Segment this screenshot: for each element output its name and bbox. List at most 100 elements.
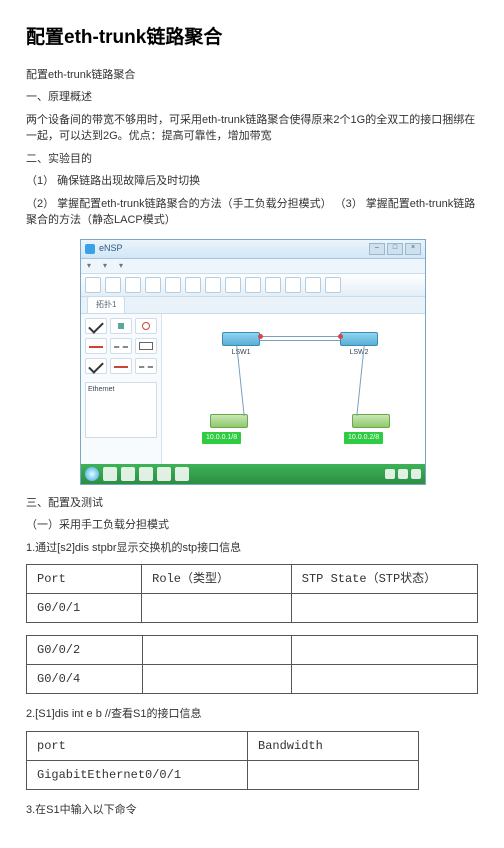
topology-tab[interactable]: 拓扑1: [87, 296, 125, 313]
topology-canvas[interactable]: LSW1 LSW2: [162, 314, 425, 464]
cell-role: [143, 665, 292, 694]
section-2-heading: 二、实验目的: [26, 151, 478, 168]
table-row: G0/0/2: [27, 636, 478, 665]
tool-capture-icon[interactable]: [245, 277, 261, 293]
palette-item-icon[interactable]: [110, 358, 132, 374]
port-dot-icon: [338, 334, 343, 339]
taskbar: [81, 464, 425, 484]
tray-icon[interactable]: [398, 469, 408, 479]
task-icon[interactable]: [103, 467, 117, 481]
table-row: G0/0/1: [27, 594, 478, 623]
port-dot-icon: [258, 334, 263, 339]
cell-port: GigabitEthernet0/0/1: [27, 760, 248, 789]
section-1-heading: 一、原理概述: [26, 89, 478, 106]
task-icon[interactable]: [175, 467, 189, 481]
close-button[interactable]: ×: [405, 243, 421, 255]
tool-palette-icon[interactable]: [285, 277, 301, 293]
device-lsw2[interactable]: LSW2: [340, 332, 378, 359]
menu-item[interactable]: ▾: [103, 260, 107, 272]
router-icon: [352, 414, 390, 428]
cell-state: [292, 665, 478, 694]
th-state: STP State（STP状态）: [291, 565, 477, 594]
tool-open-icon[interactable]: [105, 277, 121, 293]
tray-icon[interactable]: [385, 469, 395, 479]
palette-label: Ethernet: [88, 385, 154, 396]
tab-strip: 拓扑1: [81, 297, 425, 314]
table-row: Port Role（类型） STP State（STP状态）: [27, 565, 478, 594]
palette-serial-icon[interactable]: [110, 338, 132, 354]
section-3-sub1: （一）采用手工负载分担模式: [26, 517, 478, 534]
table-row: GigabitEthernet0/0/1: [27, 760, 419, 789]
step-1: 1.通过[s2]dis stpbr显示交换机的stp接口信息: [26, 540, 478, 557]
tool-undo-icon[interactable]: [145, 277, 161, 293]
palette-line-icon[interactable]: [85, 318, 107, 334]
cell-state: [291, 594, 477, 623]
palette-description: Ethernet: [85, 382, 157, 438]
th-bandwidth: Bandwidth: [248, 731, 419, 760]
ip-label-1: 10.0.0.1/8: [202, 432, 241, 445]
th-port: port: [27, 731, 248, 760]
menu-item[interactable]: ▾: [119, 260, 123, 272]
step-2: 2.[S1]dis int e b //查看S1的接口信息: [26, 706, 478, 723]
workspace: Ethernet LSW1 LSW2: [81, 314, 425, 464]
tool-new-icon[interactable]: [85, 277, 101, 293]
minimize-button[interactable]: –: [369, 243, 385, 255]
title-bar: eNSP – □ ×: [81, 240, 425, 259]
palette-auto-icon[interactable]: [135, 338, 157, 354]
th-role: Role（类型）: [142, 565, 292, 594]
device-palette: Ethernet: [81, 314, 162, 464]
palette-copper-icon[interactable]: [85, 338, 107, 354]
task-icon[interactable]: [121, 467, 135, 481]
tool-save-icon[interactable]: [125, 277, 141, 293]
task-icon[interactable]: [157, 467, 171, 481]
step-3: 3.在S1中输入以下命令: [26, 802, 478, 819]
link-line: [260, 336, 340, 337]
ensp-screenshot: eNSP – □ × ▾ ▾ ▾: [80, 239, 424, 485]
cell-port: G0/0/1: [27, 594, 142, 623]
interface-table: port Bandwidth GigabitEthernet0/0/1: [26, 731, 419, 790]
intro-line: 配置eth-trunk链路聚合: [26, 67, 478, 84]
toolbar: [81, 274, 425, 297]
cell-port: G0/0/2: [27, 636, 143, 665]
cell-port: G0/0/4: [27, 665, 143, 694]
table-row: G0/0/4: [27, 665, 478, 694]
stp-table-2: G0/0/2 G0/0/4: [26, 635, 478, 694]
page-title: 配置eth-trunk链路聚合: [26, 24, 478, 53]
menu-item[interactable]: ▾: [87, 260, 91, 272]
device-pc1[interactable]: [210, 414, 248, 428]
tool-start-icon[interactable]: [205, 277, 221, 293]
cell-state: [292, 636, 478, 665]
link-line: [260, 340, 340, 341]
cell-role: [142, 594, 292, 623]
device-label: LSW2: [340, 348, 378, 359]
switch-icon: [222, 332, 260, 346]
table-row: port Bandwidth: [27, 731, 419, 760]
tool-zoom-icon[interactable]: [185, 277, 201, 293]
tool-stop-icon[interactable]: [225, 277, 241, 293]
th-port: Port: [27, 565, 142, 594]
palette-item-icon[interactable]: [85, 358, 107, 374]
router-icon: [210, 414, 248, 428]
menu-bar: ▾ ▾ ▾: [81, 259, 425, 274]
device-pc2[interactable]: [352, 414, 390, 428]
device-lsw1[interactable]: LSW1: [222, 332, 260, 359]
section-2-item-1: （1） 确保链路出现故障后及时切换: [26, 173, 478, 190]
tool-text-icon[interactable]: [265, 277, 281, 293]
app-window: eNSP – □ × ▾ ▾ ▾: [80, 239, 426, 485]
tray-icon[interactable]: [411, 469, 421, 479]
tool-delete-icon[interactable]: [305, 277, 321, 293]
palette-item-icon[interactable]: [135, 358, 157, 374]
app-logo-icon: [85, 244, 95, 254]
switch-icon: [340, 332, 378, 346]
task-icon[interactable]: [139, 467, 153, 481]
tool-redo-icon[interactable]: [165, 277, 181, 293]
palette-circle-icon[interactable]: [135, 318, 157, 334]
app-title: eNSP: [99, 242, 123, 256]
cell-bandwidth: [248, 760, 419, 789]
maximize-button[interactable]: □: [387, 243, 403, 255]
start-button-icon[interactable]: [85, 467, 99, 481]
tool-help-icon[interactable]: [325, 277, 341, 293]
section-1-body: 两个设备间的带宽不够用时，可采用eth-trunk链路聚合使得原来2个1G的全双…: [26, 112, 478, 145]
palette-shape-icon[interactable]: [110, 318, 132, 334]
device-label: LSW1: [222, 348, 260, 359]
